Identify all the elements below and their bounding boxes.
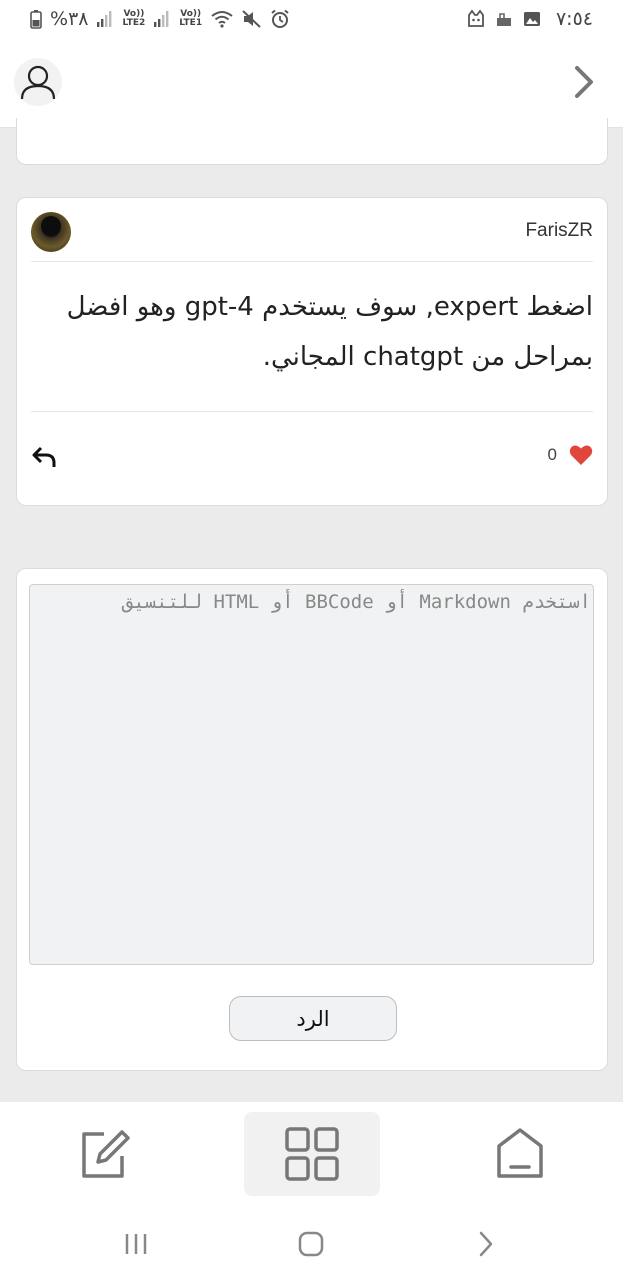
user-menu-button[interactable] [14,58,62,106]
bottom-nav [0,1102,623,1208]
chevron-right-icon [479,1231,493,1257]
signal-icon [96,10,114,28]
home-icon [497,1128,543,1178]
author-name[interactable]: FarisZR [525,220,593,242]
reply-form: الرد [16,568,608,1071]
previous-post-card [16,118,608,165]
alarm-icon [270,9,290,29]
status-bar-left: %٣٨ Vo)) LTE2 Vo)) LTE1 [30,8,290,30]
system-nav [0,1208,623,1280]
mute-icon [242,10,262,28]
top-nav [0,38,623,128]
wifi-icon [210,10,234,28]
chevron-right-icon [575,66,593,98]
image-icon [522,9,542,29]
app-icon [466,9,486,29]
recents-icon [125,1234,147,1254]
sim2-label: Vo)) LTE2 [122,10,145,28]
notification-icon [494,9,514,29]
status-bar-right: ٧:٥٤ [466,8,593,30]
compose-icon [82,1130,130,1178]
compose-button[interactable] [36,1112,172,1196]
post-card: FarisZR اضغط expert, سوف يستخدم gpt-4 وه… [16,197,608,506]
clock: ٧:٥٤ [555,8,593,30]
user-icon [20,65,56,100]
signal-icon [153,10,171,28]
sim1-label: Vo)) LTE1 [179,10,202,28]
lte1-label: LTE1 [179,18,203,28]
post-footer: 0 [31,411,593,491]
grid-icon [285,1127,339,1181]
reply-textarea[interactable] [29,584,594,965]
reply-icon[interactable] [31,444,57,470]
post-header: FarisZR [31,210,593,262]
status-bar: %٣٨ Vo)) LTE2 Vo)) LTE1 ٧:٥٤ [0,0,623,38]
categories-button[interactable] [244,1112,380,1196]
like-count: 0 [547,445,557,464]
like-control[interactable]: 0 [548,444,593,466]
recents-button[interactable] [116,1230,156,1258]
reply-submit-button[interactable]: الرد [229,996,397,1041]
lte2-label: LTE2 [122,18,146,28]
system-home-button[interactable] [291,1230,331,1258]
system-back-button[interactable] [466,1230,506,1258]
heart-icon[interactable] [569,444,593,466]
circle-home-icon [298,1231,324,1257]
post-body: اضغط expert, سوف يستخدم gpt-4 وهو افضل ب… [66,292,593,372]
battery-percent: %٣٨ [50,8,89,30]
back-button[interactable] [567,62,601,102]
author-avatar[interactable] [31,212,71,252]
home-button[interactable] [452,1112,588,1196]
battery-icon [30,9,42,29]
